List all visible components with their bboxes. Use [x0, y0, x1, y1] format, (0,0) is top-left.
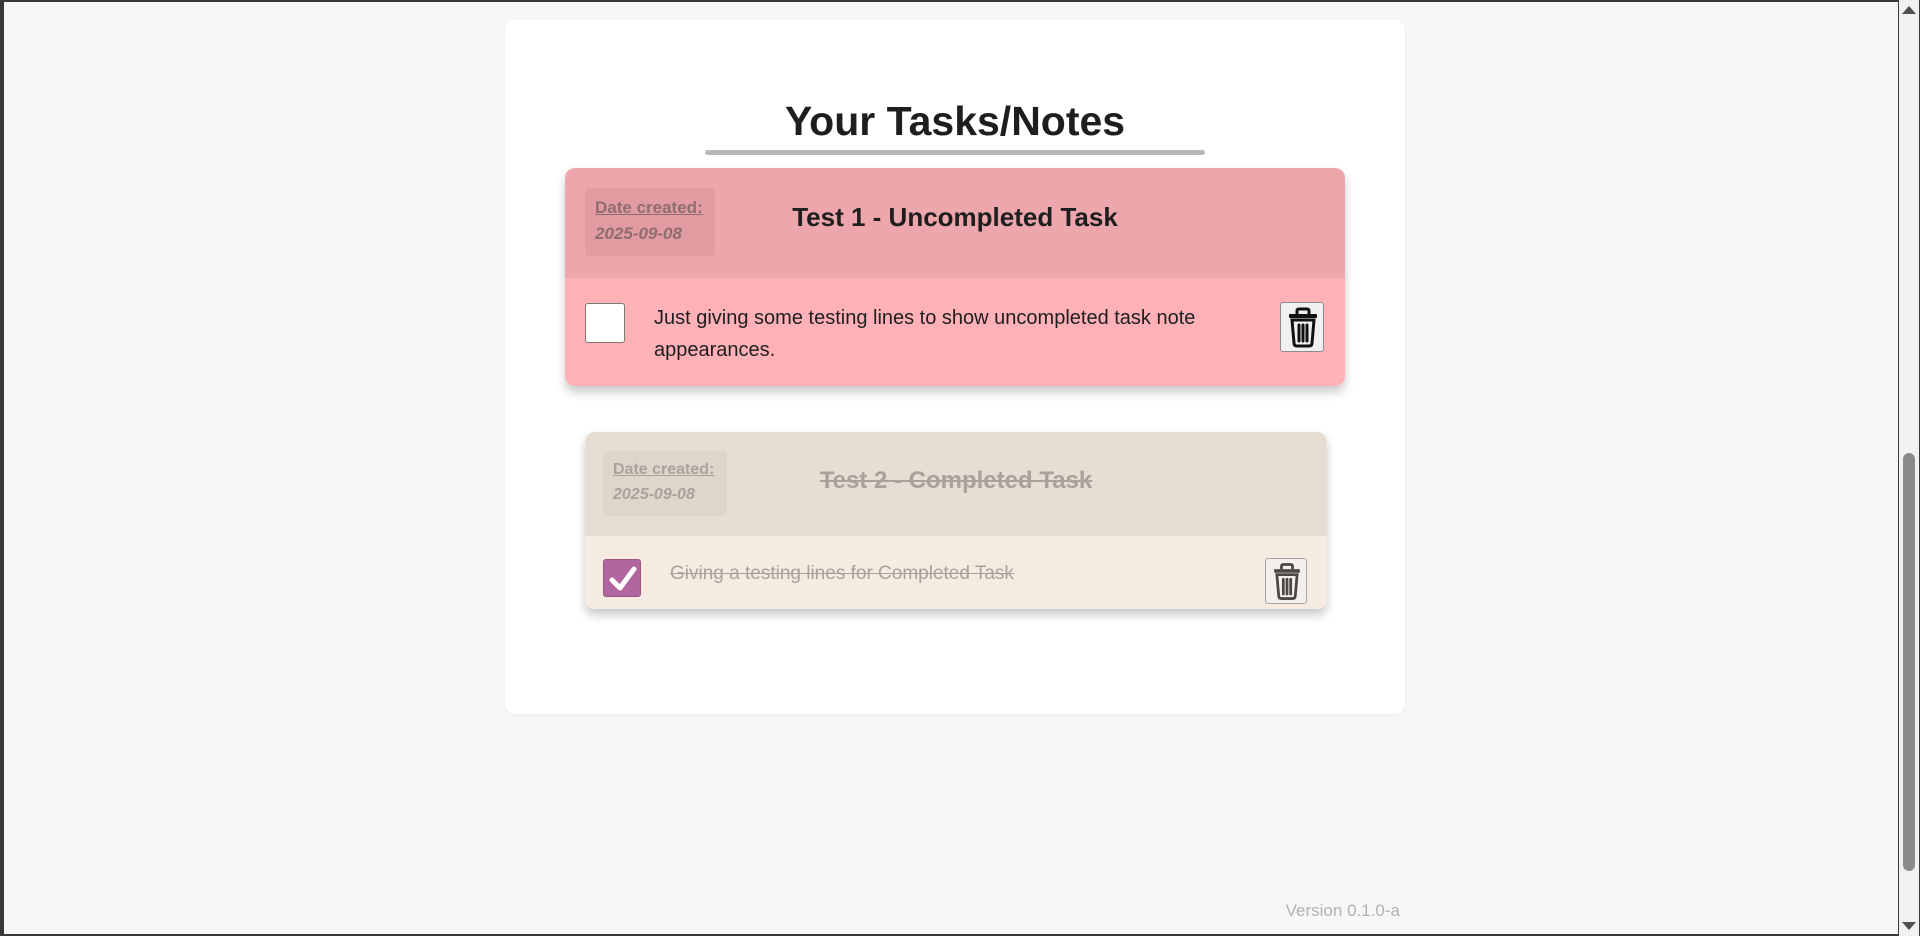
task-title: Test 2 - Completed Task	[819, 467, 1093, 494]
task-card-header: Date created: 2025-09-08 Test 2 - Comple…	[585, 432, 1327, 536]
task-card-completed: Date created: 2025-09-08 Test 2 - Comple…	[585, 432, 1327, 609]
task-complete-checkbox[interactable]	[603, 559, 641, 597]
task-card-body: Giving a testing lines for Completed Tas…	[585, 536, 1327, 609]
vertical-scrollbar[interactable]	[1898, 0, 1920, 936]
task-card-body: Just giving some testing lines to show u…	[565, 278, 1345, 386]
task-complete-checkbox[interactable]	[585, 303, 625, 343]
scroll-up-arrow-icon[interactable]	[1902, 6, 1916, 14]
task-title: Test 1 - Uncompleted Task	[792, 202, 1118, 232]
scrollbar-thumb[interactable]	[1903, 453, 1915, 871]
task-note-text: Giving a testing lines for Completed Tas…	[670, 563, 1014, 584]
title-underline	[705, 150, 1205, 155]
checkmark-icon	[609, 566, 637, 591]
scroll-down-arrow-icon[interactable]	[1902, 922, 1916, 930]
task-card-uncompleted: Date created: 2025-09-08 Test 1 - Uncomp…	[565, 168, 1345, 386]
task-note-text: Just giving some testing lines to show u…	[654, 307, 1196, 361]
trash-icon	[1289, 307, 1317, 348]
delete-task-button[interactable]	[1280, 302, 1324, 352]
page-viewport: Your Tasks/Notes Date created: 2025-09-0…	[0, 0, 1898, 936]
delete-task-button[interactable]	[1265, 558, 1307, 604]
page-title: Your Tasks/Notes	[784, 98, 1126, 144]
version-label: Version 0.1.0-a	[1285, 901, 1400, 920]
task-card-header: Date created: 2025-09-08 Test 1 - Uncomp…	[565, 168, 1345, 278]
trash-icon	[1274, 563, 1300, 600]
